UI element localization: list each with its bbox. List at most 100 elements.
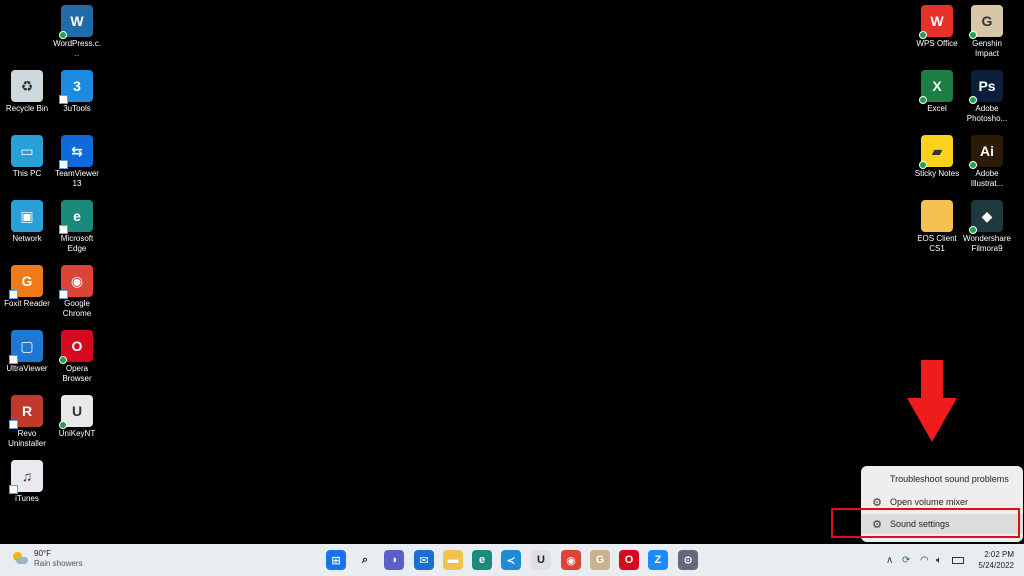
desktop-shortcut[interactable]: ▣ Network — [2, 200, 52, 244]
battery-icon — [952, 556, 964, 564]
edge-taskbar-icon[interactable]: e — [472, 550, 492, 570]
red-arrow-head — [907, 398, 957, 442]
desktop-shortcut-label: Genshin Impact — [972, 39, 1002, 58]
clock-date: 5/24/2022 — [978, 561, 1014, 570]
desktop-shortcut-label: WPS Office — [916, 39, 958, 48]
sync-tray-icon[interactable]: ⟳ — [902, 544, 910, 576]
desktop-shortcut[interactable]: e Microsoft Edge — [52, 200, 102, 254]
sync-status-icon — [919, 161, 927, 169]
desktop-shortcut-label: Sticky Notes — [914, 169, 960, 178]
desktop-shortcut[interactable]: 3 3uTools — [52, 70, 102, 114]
wps-office-icon: W — [919, 5, 953, 39]
desktop-shortcut-label: Network — [12, 234, 42, 243]
desktop-shortcut[interactable]: ▰ Sticky Notes — [912, 135, 962, 179]
illustrator-icon: Ai — [969, 135, 1003, 169]
shortcut-arrow-icon — [59, 160, 68, 169]
zalo-icon[interactable]: Z — [648, 550, 668, 570]
battery-tray-icon[interactable] — [952, 544, 964, 576]
menu-item-label: Open volume mixer — [890, 497, 969, 507]
desktop-shortcut[interactable]: ◉ Google Chrome — [52, 265, 102, 319]
menu-item-label: Troubleshoot sound problems — [890, 474, 1009, 484]
foxit-reader-icon: G — [9, 265, 43, 299]
sync-status-icon — [969, 96, 977, 104]
desktop-shortcut[interactable]: ▢ UltraViewer — [2, 330, 52, 374]
teams-chat-icon[interactable]: ◑ — [384, 550, 404, 570]
chrome-icon: ◉ — [59, 265, 93, 299]
genshin-taskbar-icon[interactable]: G — [590, 550, 610, 570]
desktop-shortcut[interactable]: O Opera Browser — [52, 330, 102, 384]
desktop-shortcut-label: Revo Uninstaller — [8, 429, 46, 448]
opera-icon: O — [59, 330, 93, 364]
shortcut-arrow-icon — [9, 355, 18, 364]
filmora-icon: ◆ — [969, 200, 1003, 234]
desktop-shortcut-label: Adobe Illustrat... — [970, 169, 1004, 188]
weather-widget[interactable]: 90°F Rain showers — [12, 549, 82, 569]
desktop-shortcut-label: UltraViewer — [6, 364, 48, 373]
clock[interactable]: 2:02 PM 5/24/2022 — [978, 549, 1014, 571]
volume-tray-icon[interactable]: 🔈︎ — [936, 544, 942, 576]
weather-icon — [12, 551, 28, 567]
desktop-shortcut[interactable]: W WPS Office — [912, 5, 962, 49]
taskbar: 90°F Rain showers ⊞ ⌕ ◑ ✉ ▬ e ≺ U ◉ G O Z ⚙ ∧ ⟳ ◠ 🔈︎… — [0, 544, 1024, 576]
opera-taskbar-icon[interactable]: O — [619, 550, 639, 570]
desktop-shortcut[interactable]: ♫ iTunes — [2, 460, 52, 504]
desktop-shortcut-label: WordPress.c... — [53, 39, 101, 58]
ultraviewer-icon: ▢ — [9, 330, 43, 364]
desktop-shortcut[interactable]: ◆ Wondershare Filmora9 — [962, 200, 1012, 254]
excel-icon: X — [919, 70, 953, 104]
highlight-box — [831, 508, 1020, 538]
desktop-shortcut[interactable]: ⇆ TeamViewer 13 — [52, 135, 102, 189]
show-hidden-icons[interactable]: ∧ — [886, 544, 893, 576]
sync-status-icon — [969, 226, 977, 234]
desktop-shortcut[interactable]: EOS Client CS1 — [912, 200, 962, 254]
desktop-shortcut[interactable]: X Excel — [912, 70, 962, 114]
sync-status-icon — [59, 31, 67, 39]
unikey-taskbar-icon[interactable]: U — [531, 550, 551, 570]
desktop-shortcut[interactable]: G Foxit Reader — [2, 265, 52, 309]
shortcut-arrow-icon — [9, 485, 18, 494]
wifi-tray-icon[interactable]: ◠ — [920, 544, 929, 576]
weather-condition: Rain showers — [34, 559, 83, 568]
wordpress-icon: W — [59, 5, 93, 39]
chrome-taskbar-icon[interactable]: ◉ — [561, 550, 581, 570]
menu-item-troubleshoot-sound[interactable]: Troubleshoot sound problems — [861, 469, 1023, 489]
desktop-shortcut[interactable]: Ai Adobe Illustrat... — [962, 135, 1012, 189]
sticky-notes-icon: ▰ — [919, 135, 953, 169]
desktop-shortcut[interactable]: ▭ This PC — [2, 135, 52, 179]
desktop-shortcut[interactable]: U UniKeyNT — [52, 395, 102, 439]
itunes-icon: ♫ — [9, 460, 43, 494]
sync-status-icon — [919, 96, 927, 104]
3utools-icon: 3 — [59, 70, 93, 104]
vscode-icon[interactable]: ≺ — [501, 550, 521, 570]
sync-status-icon — [919, 31, 927, 39]
desktop-shortcut[interactable]: ♻ Recycle Bin — [2, 70, 52, 114]
desktop-shortcut[interactable]: Ps Adobe Photosho... — [962, 70, 1012, 124]
edge-icon: e — [59, 200, 93, 234]
desktop-shortcut-label: Wondershare Filmora9 — [963, 234, 1011, 253]
start-button[interactable]: ⊞ — [326, 550, 346, 570]
sync-icon: ⟳ — [902, 554, 911, 566]
search-button[interactable]: ⌕ — [355, 550, 375, 570]
shortcut-arrow-icon — [59, 290, 68, 299]
shortcut-arrow-icon — [9, 420, 18, 429]
file-explorer-icon[interactable]: ▬ — [443, 550, 463, 570]
desktop-shortcut-label: EOS Client CS1 — [917, 234, 957, 253]
desktop-shortcut-label: UniKeyNT — [58, 429, 96, 438]
speaker-icon: 🔈︎ — [936, 554, 942, 566]
desktop-shortcut-label: Adobe Photosho... — [966, 104, 1008, 123]
desktop-shortcut[interactable]: R Revo Uninstaller — [2, 395, 52, 449]
shortcut-arrow-icon — [59, 95, 68, 104]
desktop-shortcut-label: Opera Browser — [62, 364, 92, 383]
desktop-shortcut-label: Recycle Bin — [5, 104, 49, 113]
chevron-up-icon: ∧ — [886, 554, 894, 566]
desktop-shortcut-label: This PC — [12, 169, 42, 178]
desktop-shortcut-label: TeamViewer 13 — [55, 169, 99, 188]
settings-taskbar-icon[interactable]: ⚙ — [678, 550, 698, 570]
shortcut-arrow-icon — [9, 290, 18, 299]
sync-status-icon — [969, 31, 977, 39]
folder-icon — [921, 200, 953, 232]
mail-icon[interactable]: ✉ — [414, 550, 434, 570]
network-icon: ▣ — [11, 200, 43, 232]
desktop-shortcut[interactable]: G Genshin Impact — [962, 5, 1012, 59]
desktop-shortcut[interactable]: W WordPress.c... — [52, 5, 102, 59]
